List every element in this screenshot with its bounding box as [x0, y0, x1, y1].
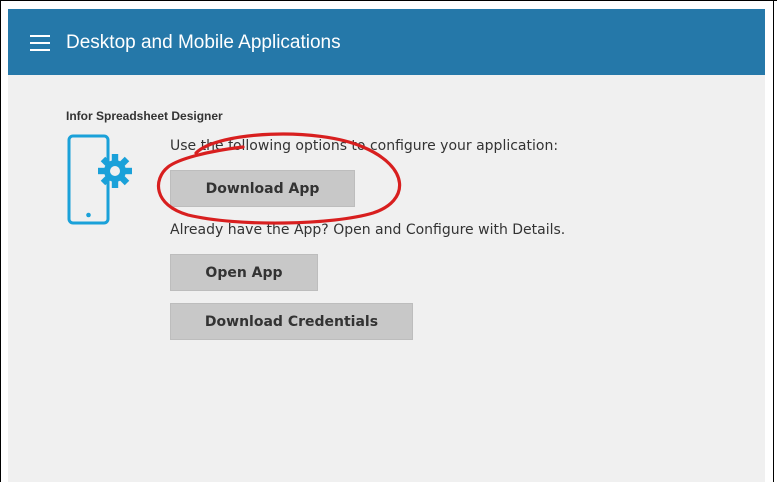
section-title: Infor Spreadsheet Designer — [66, 109, 223, 123]
frame-right-border — [773, 0, 774, 482]
screenshot-frame: Desktop and Mobile Applications Infor Sp… — [0, 0, 777, 482]
configure-instructions: Use the following options to configure y… — [170, 138, 559, 154]
download-credentials-button[interactable]: Download Credentials — [170, 303, 413, 340]
header-bar: Desktop and Mobile Applications — [8, 9, 765, 75]
app-window: Desktop and Mobile Applications Infor Sp… — [8, 9, 765, 482]
page-title: Desktop and Mobile Applications — [66, 32, 341, 53]
already-have-app-text: Already have the App? Open and Configure… — [170, 222, 566, 238]
download-app-button[interactable]: Download App — [170, 170, 355, 207]
open-app-button[interactable]: Open App — [170, 254, 318, 291]
hamburger-menu-icon[interactable] — [30, 35, 50, 51]
mobile-settings-icon — [67, 134, 132, 225]
